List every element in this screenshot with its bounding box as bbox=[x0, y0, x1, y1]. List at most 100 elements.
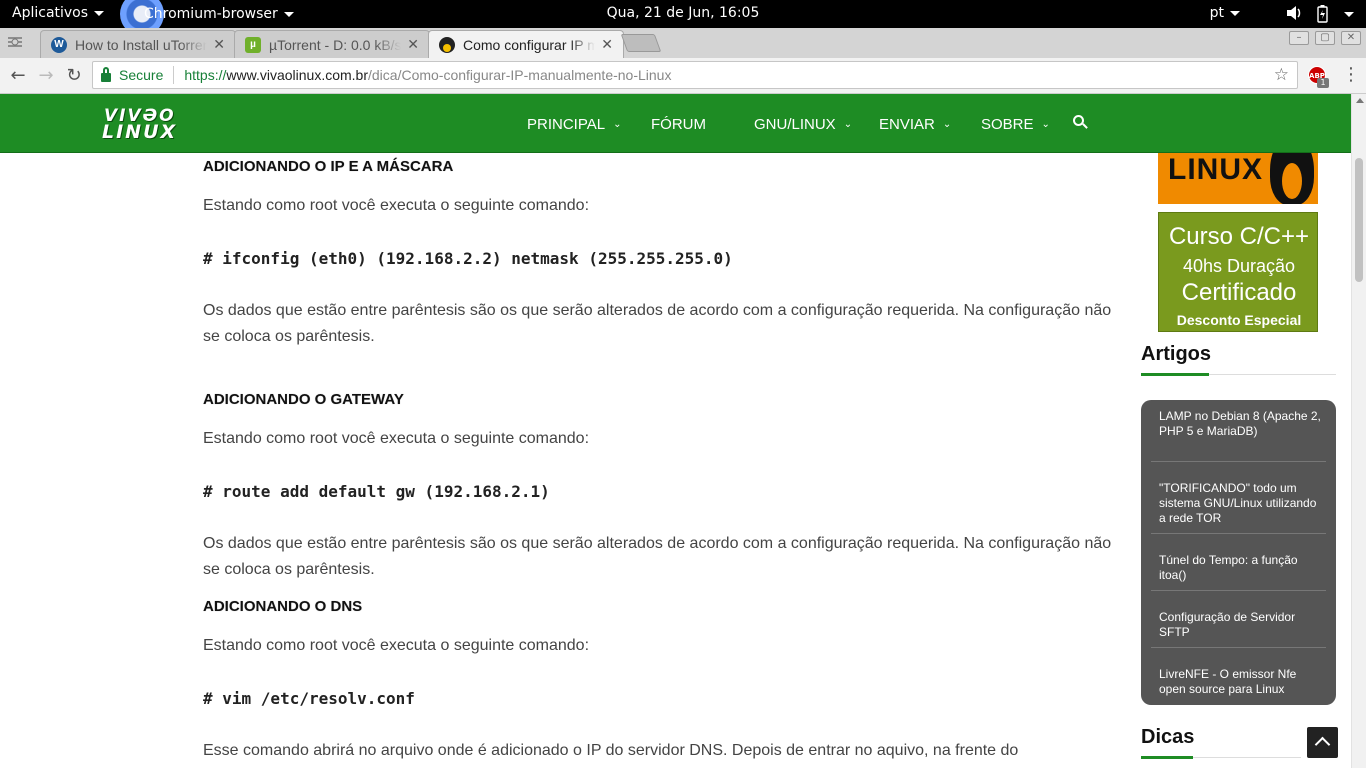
artigos-list: LAMP no Debian 8 (Apache 2, PHP 5 e Mari… bbox=[1141, 400, 1336, 705]
title-rule bbox=[1141, 756, 1301, 759]
heading-dns: ADICIONANDO O DNS bbox=[203, 598, 363, 615]
chevron-down-icon bbox=[94, 10, 105, 16]
nav-label: SOBRE bbox=[981, 116, 1034, 133]
chevron-down-icon bbox=[1230, 10, 1240, 16]
tab-utorrent[interactable]: µ µTorrent - D: 0.0 kB/s ✕ bbox=[234, 30, 430, 58]
wordpress-icon: W bbox=[51, 36, 67, 53]
heading-gateway: ADICIONANDO O GATEWAY bbox=[203, 391, 404, 408]
code-vim: # vim /etc/resolv.conf bbox=[203, 689, 415, 708]
nav-label: ENVIAR bbox=[879, 116, 935, 133]
paragraph: Estando como root você executa o seguint… bbox=[203, 197, 590, 214]
divider bbox=[1151, 647, 1326, 648]
tux-icon bbox=[1270, 153, 1314, 204]
chevron-down-icon bbox=[283, 11, 294, 17]
paragraph: Os dados que estão entre parêntesis são … bbox=[203, 535, 1112, 578]
divider bbox=[1151, 590, 1326, 591]
page-scrollbar[interactable] bbox=[1351, 94, 1366, 768]
title-rule bbox=[1141, 373, 1336, 376]
url-host: www.vivaolinux.com.br bbox=[226, 67, 368, 83]
keyboard-layout-label: pt bbox=[1209, 5, 1224, 21]
paragraph: Esse comando abrirá no arquivo onde é ad… bbox=[203, 742, 1019, 759]
chevron-down-icon: ⌄ bbox=[942, 119, 952, 130]
site-header: VIVƏO LINUX PRINCIPAL ⌄ FÓRUM GNU/LINUX ⌄ … bbox=[0, 94, 1351, 153]
battery-icon[interactable] bbox=[1317, 5, 1328, 23]
reload-button[interactable]: ↻ bbox=[62, 64, 86, 88]
ad-line: Certificado bbox=[1181, 279, 1297, 306]
nav-principal[interactable]: PRINCIPAL ⌄ bbox=[527, 116, 621, 133]
tab-strip: W How to Install uTorrent ✕ µ µTorrent -… bbox=[0, 28, 1366, 58]
maximize-button[interactable]: ▢ bbox=[1315, 31, 1335, 45]
paragraph: Estando como root você executa o seguint… bbox=[203, 637, 590, 654]
divider bbox=[173, 66, 175, 84]
scrollbar-thumb[interactable] bbox=[1355, 158, 1363, 282]
ad-text: LINUX bbox=[1168, 153, 1263, 186]
bookmark-star-icon[interactable]: ☆ bbox=[1274, 65, 1289, 85]
paragraph: Estando como root você executa o seguint… bbox=[203, 430, 590, 447]
close-icon[interactable]: ✕ bbox=[213, 36, 225, 53]
applications-label: Aplicativos bbox=[12, 5, 89, 21]
tab-title: µTorrent - D: 0.0 kB/s bbox=[269, 36, 402, 53]
browser-menu-icon[interactable]: ⋮ bbox=[1342, 64, 1360, 86]
list-item[interactable]: "TORIFICANDO" todo um sistema GNU/Linux … bbox=[1159, 481, 1325, 526]
forward-button[interactable]: → bbox=[34, 64, 58, 88]
scroll-up-icon[interactable] bbox=[1356, 98, 1364, 103]
app-menu-label: Chromium-browser bbox=[144, 6, 278, 22]
tux-icon bbox=[439, 36, 455, 53]
lock-icon bbox=[101, 66, 111, 82]
tab-how-to-install[interactable]: W How to Install uTorrent ✕ bbox=[40, 30, 236, 58]
heading-ip-mascara: ADICIONANDO O IP E A MÁSCARA bbox=[203, 158, 454, 175]
close-icon[interactable]: ✕ bbox=[407, 36, 419, 53]
nav-enviar[interactable]: ENVIAR ⌄ bbox=[879, 116, 951, 133]
code-route: # route add default gw (192.168.2.1) bbox=[203, 482, 550, 501]
url-scheme: https:// bbox=[184, 67, 227, 83]
paragraph: Os dados que estão entre parêntesis são … bbox=[203, 302, 1112, 345]
nav-label: FÓRUM bbox=[651, 116, 706, 133]
logo-line2: LINUX bbox=[102, 121, 178, 143]
volume-icon[interactable] bbox=[1286, 4, 1302, 22]
url-path: /dica/Como-configurar-IP-manualmente-no-… bbox=[368, 67, 672, 83]
list-item[interactable]: LivreNFE - O emissor Nfe open source par… bbox=[1159, 667, 1325, 697]
nav-gnu-linux[interactable]: GNU/LINUX ⌄ bbox=[754, 116, 852, 133]
chevron-down-icon: ⌄ bbox=[613, 119, 622, 130]
nav-forum[interactable]: FÓRUM bbox=[651, 116, 706, 133]
keyboard-layout[interactable]: pt bbox=[1210, 5, 1240, 21]
tab-title: Como configurar IP manualmente bbox=[463, 36, 595, 53]
divider bbox=[1151, 533, 1326, 534]
list-item[interactable]: LAMP no Debian 8 (Apache 2, PHP 5 e Mari… bbox=[1159, 409, 1325, 439]
chevron-down-icon: ⌄ bbox=[1041, 119, 1050, 130]
linux-ad-banner[interactable]: LINUX bbox=[1158, 153, 1318, 204]
back-to-top-button[interactable] bbox=[1307, 727, 1338, 758]
tab-como-configurar[interactable]: Como configurar IP manualmente ✕ bbox=[428, 30, 624, 58]
tab-search-icon[interactable] bbox=[6, 34, 24, 50]
search-icon[interactable] bbox=[1073, 115, 1088, 130]
app-menu[interactable]: Chromium-browser bbox=[120, 0, 294, 36]
list-item[interactable]: Túnel do Tempo: a função itoa() bbox=[1159, 553, 1325, 583]
utorrent-icon: µ bbox=[245, 36, 261, 53]
address-bar[interactable]: Secure https:// www.vivaolinux.com.br /d… bbox=[92, 61, 1298, 89]
close-icon[interactable]: ✕ bbox=[601, 36, 613, 53]
tab-title: How to Install uTorrent bbox=[75, 36, 208, 53]
divider bbox=[1151, 461, 1326, 462]
nav-sobre[interactable]: SOBRE ⌄ bbox=[981, 116, 1050, 133]
ad-line: Curso C/C++ bbox=[1168, 223, 1310, 250]
chevron-down-icon: ⌄ bbox=[843, 119, 853, 130]
site-logo[interactable]: VIVƏO LINUX bbox=[102, 106, 194, 144]
artigos-title: Artigos bbox=[1141, 343, 1211, 365]
minimize-button[interactable]: – bbox=[1289, 31, 1309, 45]
new-tab-button[interactable] bbox=[620, 34, 662, 52]
gnome-top-bar: Aplicativos Chromium-browser Qua, 21 de … bbox=[0, 0, 1366, 36]
curso-ad-banner[interactable]: Curso C/C++ 40hs Duração Certificado Des… bbox=[1158, 212, 1318, 332]
list-item[interactable]: Configuração de Servidor SFTP bbox=[1159, 610, 1325, 640]
browser-toolbar: ← → ↻ Secure https:// www.vivaolinux.com… bbox=[0, 58, 1366, 94]
secure-label: Secure bbox=[119, 67, 164, 83]
adblock-badge: 1 bbox=[1317, 78, 1329, 88]
ad-line: Desconto Especial bbox=[1176, 312, 1302, 328]
system-menu-chevron-icon[interactable] bbox=[1344, 12, 1354, 17]
back-button[interactable]: ← bbox=[6, 64, 30, 88]
dicas-title: Dicas bbox=[1141, 726, 1195, 748]
code-ifconfig: # ifconfig (eth0) (192.168.2.2) netmask … bbox=[203, 249, 733, 268]
nav-label: PRINCIPAL bbox=[527, 116, 606, 133]
close-window-button[interactable]: ✕ bbox=[1341, 31, 1361, 45]
ad-line: 40hs Duração bbox=[1182, 256, 1296, 276]
applications-menu[interactable]: Aplicativos bbox=[12, 5, 105, 21]
